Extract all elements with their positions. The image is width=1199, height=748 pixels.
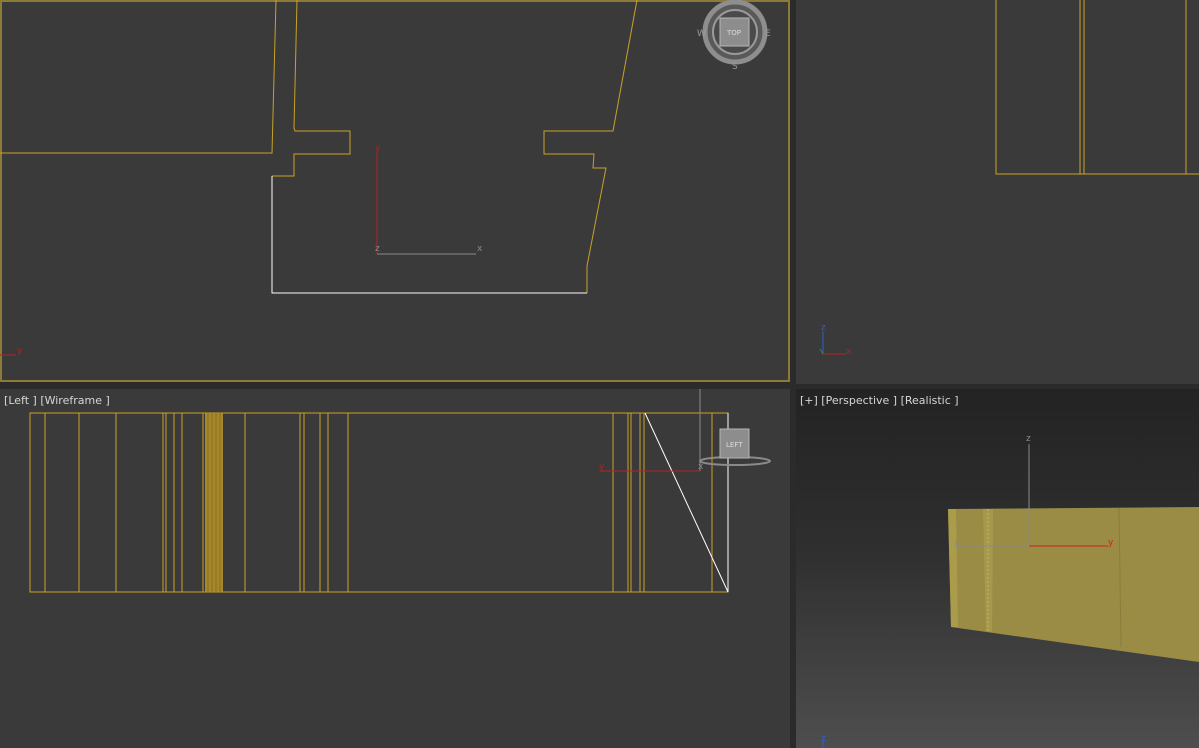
world-axis-tripod: y	[0, 346, 23, 356]
viewcube-left[interactable]: LEFT	[699, 428, 771, 466]
top-view-canvas: y x z TOP W E S y	[0, 0, 771, 356]
front-view-canvas: z x	[819, 0, 1199, 357]
left-view-canvas: y x LEFT	[29, 389, 771, 593]
viewcube-face-label: TOP	[726, 29, 741, 37]
gizmo-y-label: y	[1108, 538, 1114, 548]
world-axis-z-label: z	[821, 323, 826, 333]
compass-south-label: S	[732, 62, 738, 72]
world-axis-z-label: z	[821, 734, 826, 744]
viewport-perspective[interactable]: z x y z [+] [Perspective ] [Realistic ]	[796, 389, 1199, 748]
viewport-front[interactable]: z x	[796, 0, 1199, 384]
perspective-view-canvas: z x y z	[821, 434, 1199, 748]
viewport-label-perspective[interactable]: [+] [Perspective ] [Realistic ]	[800, 394, 959, 407]
transform-gizmo[interactable]: y x z	[375, 144, 483, 255]
gizmo-y-label: y	[599, 462, 605, 472]
selected-shape-outline	[271, 176, 587, 294]
world-axis-tripod: z	[821, 734, 826, 748]
viewport-label-left[interactable]: [-] [Left ] [Wireframe ]	[0, 394, 110, 407]
viewport-top[interactable]: y x z TOP W E S y	[0, 0, 790, 382]
wireframe-outline	[0, 0, 638, 293]
world-axis-y-label: y	[17, 346, 23, 356]
compass-west-label: W	[697, 29, 706, 39]
compass-east-label: E	[765, 29, 771, 39]
gizmo-z-label: z	[1026, 434, 1031, 444]
viewcube-top[interactable]: TOP W E S	[697, 0, 771, 72]
viewcube-face-label: LEFT	[726, 441, 743, 449]
wireframe-outline	[995, 0, 1199, 175]
gizmo-x-label: x	[954, 540, 960, 550]
gizmo-x-label: x	[477, 244, 483, 254]
selected-edges	[644, 412, 729, 593]
transform-gizmo[interactable]: y x	[599, 389, 704, 472]
world-axis-x-label: x	[846, 347, 852, 357]
gizmo-z-label: z	[375, 244, 380, 254]
wireframe-mesh	[29, 412, 729, 593]
viewport-left[interactable]: y x LEFT [-] [Left ] [Wireframe ]	[0, 389, 790, 748]
world-axis-tripod: z x	[819, 323, 852, 357]
gizmo-y-label: y	[375, 144, 381, 154]
